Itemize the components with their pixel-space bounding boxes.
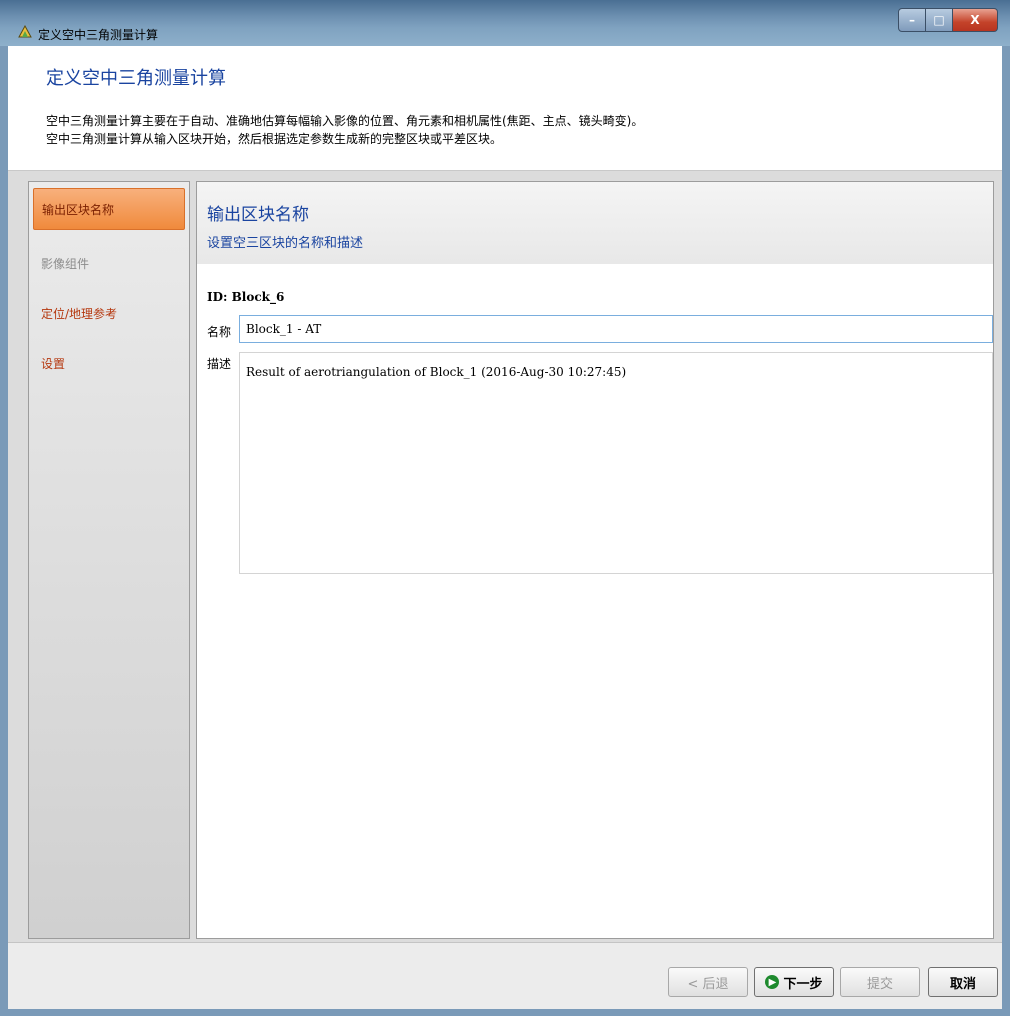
arrow-right-icon: ▶ [765, 975, 780, 989]
next-button[interactable]: ▶ 下一步 [754, 967, 834, 997]
wizard-body: 输出区块名称 影像组件 定位/地理参考 设置 输出区块名称 设置空三区块的名称和… [8, 171, 1002, 942]
description-label: 描述 [207, 357, 232, 371]
window-frame-right [1002, 46, 1010, 1016]
maximize-button[interactable]: □ [926, 8, 953, 32]
wizard-description-line1: 空中三角测量计算主要在于自动、准确地估算每幅输入影像的位置、角元素和相机属性(焦… [46, 114, 644, 128]
main-panel: 输出区块名称 设置空三区块的名称和描述 ID: Block_6 名称 Block… [196, 181, 994, 939]
next-button-label: 下一步 [783, 976, 823, 992]
sidebar-item-label: 定位/地理参考 [41, 306, 118, 321]
wizard-footer: < 后退 ▶ 下一步 提交 取消 [8, 942, 1002, 1009]
window-frame-bottom [0, 1008, 1010, 1016]
close-button[interactable]: X [953, 8, 998, 32]
wizard-title: 定义空中三角测量计算 [46, 68, 226, 89]
minimize-button[interactable]: – [898, 8, 926, 32]
app-icon [18, 25, 32, 38]
sidebar-item-label: 影像组件 [41, 256, 90, 271]
name-input[interactable]: Block_1 - AT [239, 315, 993, 343]
cancel-button-label: 取消 [949, 976, 976, 992]
description-textarea[interactable]: Result of aerotriangulation of Block_1 (… [239, 352, 993, 574]
window-controls: – □ X [898, 8, 998, 32]
maximize-icon: □ [933, 13, 945, 27]
close-icon: X [970, 13, 980, 27]
panel-title: 输出区块名称 [207, 205, 309, 225]
panel-header: 输出区块名称 设置空三区块的名称和描述 [197, 182, 993, 264]
back-button-label: < 后退 [687, 976, 729, 992]
panel-subtitle: 设置空三区块的名称和描述 [207, 236, 364, 251]
step-sidebar: 输出区块名称 影像组件 定位/地理参考 设置 [28, 181, 190, 939]
submit-button-label: 提交 [866, 976, 893, 992]
wizard-description-line2: 空中三角测量计算从输入区块开始，然后根据选定参数生成新的完整区块或平差区块。 [46, 132, 503, 146]
block-id-label: ID: Block_6 [207, 290, 285, 304]
cancel-button[interactable]: 取消 [928, 967, 998, 997]
sidebar-item-label: 设置 [41, 356, 66, 371]
sidebar-item-label: 输出区块名称 [42, 202, 115, 217]
window-frame-left [0, 46, 8, 1016]
wizard-header: 定义空中三角测量计算 空中三角测量计算主要在于自动、准确地估算每幅输入影像的位置… [8, 46, 1002, 171]
window-title: 定义空中三角测量计算 [38, 28, 159, 42]
sidebar-item-output-block-name[interactable]: 输出区块名称 [33, 188, 185, 230]
submit-button[interactable]: 提交 [840, 967, 920, 997]
window-titlebar[interactable]: 定义空中三角测量计算 – □ X [0, 0, 1010, 46]
name-label: 名称 [207, 325, 232, 339]
sidebar-item-georeference[interactable]: 定位/地理参考 [33, 292, 185, 334]
back-button[interactable]: < 后退 [668, 967, 748, 997]
sidebar-item-image-components[interactable]: 影像组件 [33, 242, 185, 284]
minimize-icon: – [909, 13, 915, 27]
sidebar-item-settings[interactable]: 设置 [33, 342, 185, 384]
